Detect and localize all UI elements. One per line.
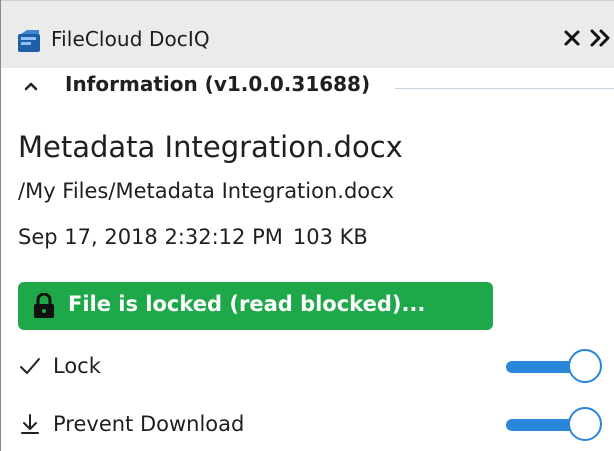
- option-prevent-download-label: Prevent Download: [53, 412, 245, 436]
- prevent-download-toggle[interactable]: [506, 407, 606, 443]
- option-lock-label: Lock: [53, 354, 101, 378]
- lock-status-banner[interactable]: File is locked (read blocked)...: [18, 282, 493, 330]
- option-lock: Lock: [1, 345, 614, 389]
- information-section-header[interactable]: Information (v1.0.0.31688): [1, 68, 614, 108]
- file-date: Sep 17, 2018 2:32:12 PM: [18, 225, 283, 249]
- close-icon[interactable]: [561, 27, 583, 49]
- double-chevron-right-icon[interactable]: [589, 26, 614, 50]
- window-title: FileCloud DocIQ: [51, 27, 210, 51]
- filecloud-logo-icon: [18, 30, 40, 52]
- lock-status-label: File is locked (read blocked)...: [68, 292, 426, 316]
- toggle-thumb: [568, 349, 602, 383]
- docIQ-panel: FileCloud DocIQ Information (v1.0.0.3168…: [0, 0, 614, 451]
- file-name: Metadata Integration.docx: [18, 130, 403, 164]
- file-path: /My Files/Metadata Integration.docx: [18, 179, 395, 203]
- section-title: Information (v1.0.0.31688): [65, 72, 371, 96]
- download-icon: [21, 414, 39, 434]
- toggle-thumb: [568, 407, 602, 441]
- lock-toggle[interactable]: [506, 349, 606, 385]
- checkmark-icon: [20, 358, 40, 374]
- title-bar: FileCloud DocIQ: [1, 0, 614, 68]
- chevron-up-icon[interactable]: [23, 78, 39, 94]
- padlock-icon: [34, 293, 54, 318]
- section-divider: [395, 88, 614, 89]
- file-size: 103 KB: [292, 225, 368, 249]
- file-meta: Sep 17, 2018 2:32:12 PM 103 KB: [18, 225, 378, 249]
- option-prevent-download: Prevent Download: [1, 403, 614, 447]
